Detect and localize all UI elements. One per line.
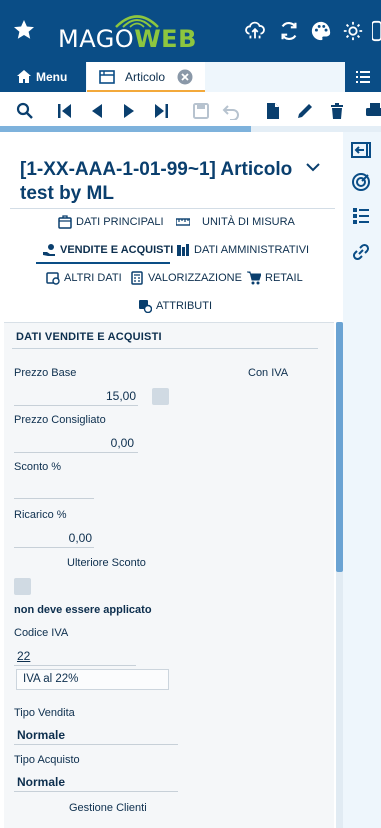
last-record-icon[interactable] [152, 102, 170, 120]
loading-progress-bar [0, 126, 381, 132]
previous-record-icon[interactable] [88, 102, 106, 120]
palette-icon[interactable] [310, 20, 332, 42]
new-document-icon[interactable] [264, 102, 282, 120]
tipo-acquisto-select[interactable]: Normale [17, 775, 65, 789]
codice-iva-label: Codice IVA [14, 627, 69, 639]
building-icon [177, 244, 189, 256]
ulteriore-sconto-checkbox[interactable] [14, 578, 31, 595]
non-applicato-label: non deve essere applicato [14, 604, 152, 616]
active-tab-indicator [36, 262, 170, 264]
folder-icon [58, 215, 72, 229]
header-divider [10, 208, 335, 209]
tipo-acquisto-label: Tipo Acquisto [14, 754, 80, 766]
more-icon[interactable] [372, 20, 381, 42]
delete-icon[interactable] [328, 102, 346, 120]
first-record-icon[interactable] [56, 102, 74, 120]
ruler-icon [176, 218, 190, 226]
tab-menu[interactable]: Menu [0, 62, 86, 92]
codice-iva-underline [14, 665, 136, 666]
ricarico-underline [14, 547, 94, 548]
con-iva-checkbox[interactable] [152, 388, 169, 405]
tab-articolo[interactable]: Articolo [87, 62, 205, 92]
progress-fill [0, 126, 252, 132]
refresh-icon[interactable] [278, 20, 300, 42]
codice-iva-field[interactable]: 22 [17, 649, 30, 663]
tab-articolo-label: Articolo [125, 70, 166, 84]
save-icon[interactable] [192, 102, 210, 120]
logo-text-mago: MAGO [58, 25, 135, 53]
chevron-down-icon[interactable] [305, 160, 321, 174]
tipo-vendita-select[interactable]: Normale [17, 728, 65, 742]
side-rail [343, 132, 381, 828]
ricarico-label: Ricarico % [14, 509, 67, 521]
list-icon [356, 71, 370, 83]
nav-label: ATTRIBUTI [156, 300, 213, 312]
record-toolbar [0, 92, 381, 128]
settings-sync-icon[interactable] [342, 20, 364, 42]
con-iva-label: Con IVA [248, 367, 289, 379]
list-view-button[interactable] [345, 62, 381, 92]
attributes-icon [139, 300, 152, 313]
scrollbar-thumb[interactable] [336, 322, 343, 572]
logo-text-web: WEB [134, 25, 197, 53]
section-divider [12, 348, 318, 349]
prezzo-consigliato-field[interactable]: 0,00 [14, 436, 134, 450]
app-root: { "brand": { "logo_part1": "MAGO", "logo… [0, 0, 381, 828]
tipo-acquisto-underline [14, 791, 178, 792]
cart-icon [247, 271, 261, 285]
section-title: DATI VENDITE E ACQUISTI [16, 331, 162, 343]
ricarico-field[interactable]: 0,00 [14, 531, 92, 545]
next-record-icon[interactable] [120, 102, 138, 120]
nav-label: RETAIL [265, 272, 303, 284]
tipo-vendita-underline [14, 744, 178, 745]
favorite-star-icon[interactable] [12, 18, 36, 42]
window-icon [99, 70, 115, 84]
app-header: MAGOWEB [0, 0, 381, 62]
gestione-clienti-label: Gestione Clienti [69, 802, 147, 814]
sconto-underline [14, 498, 94, 499]
codice-iva-description: IVA al 22% [16, 669, 169, 690]
sconto-label: Sconto % [14, 461, 62, 473]
prezzo-consigliato-label: Prezzo Consigliato [14, 414, 106, 426]
nav-label: DATI PRINCIPALI [76, 216, 164, 228]
hand-coins-icon [43, 244, 55, 256]
close-tab-icon[interactable] [177, 69, 193, 85]
collapse-panel-icon[interactable] [351, 140, 371, 160]
folder-gear-icon [46, 272, 60, 285]
tab-menu-label: Menu [36, 70, 68, 84]
nav-label: VALORIZZAZIONE [148, 272, 242, 284]
tipo-vendita-label: Tipo Vendita [14, 707, 75, 719]
magoweb-logo: MAGOWEB [56, 10, 196, 54]
nav-label: DATI AMMINISTRATIVI [194, 244, 310, 256]
calculator-icon [131, 271, 143, 285]
nav-label: VENDITE E ACQUISTI [60, 244, 174, 256]
search-icon[interactable] [16, 102, 34, 120]
ulteriore-sconto-label: Ulteriore Sconto [67, 557, 146, 569]
prezzo-base-field[interactable]: 15,00 [14, 389, 136, 403]
prezzo-base-label: Prezzo Base [14, 367, 77, 379]
edit-icon[interactable] [296, 102, 314, 120]
nav-label: UNITÀ DI MISURA [202, 216, 295, 228]
cloud-upload-icon[interactable] [244, 20, 266, 42]
target-check-icon[interactable] [351, 172, 371, 192]
home-icon [17, 70, 31, 83]
panel-scrollbar[interactable] [336, 322, 343, 828]
nav-label: ALTRI DATI [64, 272, 122, 284]
tab-bar: Menu Articolo [0, 62, 381, 92]
record-title: [1-XX-AAA-1-01-99~1] Articolo test by ML [20, 159, 293, 204]
prezzo-consigliato-underline [14, 452, 138, 453]
print-icon[interactable] [366, 102, 381, 120]
link-icon[interactable] [351, 242, 371, 262]
checklist-icon[interactable] [351, 206, 371, 226]
undo-icon[interactable] [222, 102, 240, 120]
prezzo-base-underline [14, 405, 138, 406]
